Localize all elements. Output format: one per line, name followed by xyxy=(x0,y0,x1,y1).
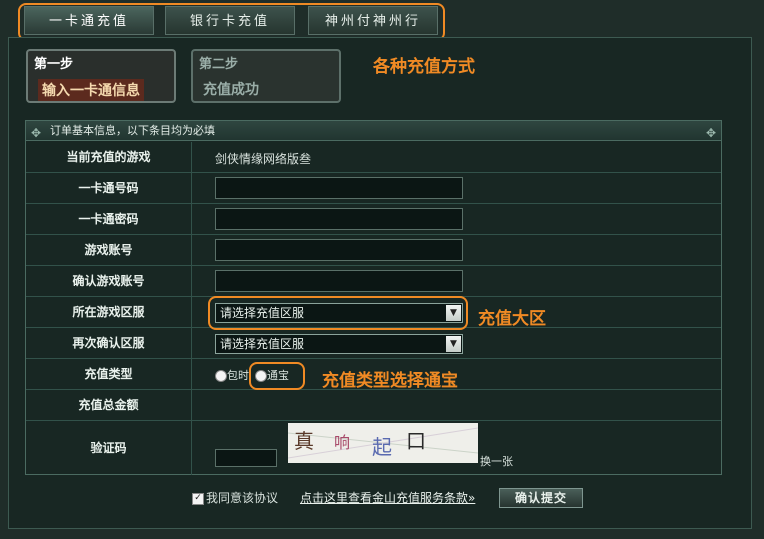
captcha-char-1: 真 xyxy=(294,429,314,453)
ornament-left-icon: ✥ xyxy=(31,126,42,140)
captcha-input[interactable] xyxy=(215,449,277,467)
row-total: 充值总金额 xyxy=(26,390,721,421)
step-1-head: 第一步 xyxy=(34,57,74,72)
ornament-right-icon: ✥ xyxy=(705,126,716,140)
type-option-time-label: 包时 xyxy=(227,369,249,382)
row-card-no: 一卡通号码 xyxy=(26,173,721,204)
annotation-methods: 各种充值方式 xyxy=(373,57,475,77)
label-type: 充值类型 xyxy=(26,359,192,389)
label-card-no: 一卡通号码 xyxy=(26,173,192,203)
card-number-input[interactable] xyxy=(215,177,463,199)
step-2-body: 充值成功 xyxy=(203,82,259,98)
terms-link[interactable]: 点击这里查看金山充值服务条款» xyxy=(300,489,475,506)
type-highlight-annotation xyxy=(249,362,305,390)
captcha-refresh-link[interactable]: 换一张 xyxy=(480,453,513,469)
label-account-confirm: 确认游戏账号 xyxy=(26,266,192,296)
label-total: 充值总金额 xyxy=(26,390,192,420)
label-region-confirm: 再次确认区服 xyxy=(26,328,192,358)
step-1: 第一步 输入一卡通信息 xyxy=(26,49,176,103)
region-confirm-select[interactable]: 请选择充值区服 ▼ xyxy=(215,334,463,354)
captcha-char-4: 口 xyxy=(406,429,426,453)
form-header-text: 订单基本信息，以下条目均为必填 xyxy=(50,124,215,137)
label-game: 当前充值的游戏 xyxy=(26,142,192,172)
row-account: 游戏账号 xyxy=(26,235,721,266)
row-account-confirm: 确认游戏账号 xyxy=(26,266,721,297)
chevron-down-icon[interactable]: ▼ xyxy=(446,336,461,352)
label-card-pwd: 一卡通密码 xyxy=(26,204,192,234)
agree-text: 我同意该协议 xyxy=(206,491,279,505)
step-2-head: 第二步 xyxy=(199,57,239,72)
captcha-char-3: 起 xyxy=(372,435,392,459)
account-confirm-input[interactable] xyxy=(215,270,463,292)
value-account-cell xyxy=(193,235,721,265)
form-header: ✥ 订单基本信息，以下条目均为必填 ✥ xyxy=(26,121,721,141)
region-confirm-select-value: 请选择充值区服 xyxy=(220,337,305,351)
radio-time[interactable] xyxy=(215,370,227,382)
account-input[interactable] xyxy=(215,239,463,261)
captcha-image[interactable]: 真 响 起 口 xyxy=(288,423,478,463)
step-2: 第二步 充值成功 xyxy=(191,49,341,103)
value-account-confirm-cell xyxy=(193,266,721,296)
label-region: 所在游戏区服 xyxy=(26,297,192,327)
row-captcha: 验证码 真 响 起 口 换一张 xyxy=(26,421,721,475)
row-card-pwd: 一卡通密码 xyxy=(26,204,721,235)
tabs-highlight-annotation xyxy=(18,3,445,41)
label-account: 游戏账号 xyxy=(26,235,192,265)
game-name: 剑侠情缘网络版叁 xyxy=(215,152,312,166)
value-region-confirm-cell: 请选择充值区服 ▼ xyxy=(193,328,721,358)
annotation-type: 充值类型选择通宝 xyxy=(322,371,458,391)
card-password-input[interactable] xyxy=(215,208,463,230)
annotation-region: 充值大区 xyxy=(478,309,546,329)
row-region-confirm: 再次确认区服 请选择充值区服 ▼ xyxy=(26,328,721,359)
region-highlight-annotation xyxy=(208,296,468,330)
value-game-cell: 剑侠情缘网络版叁 xyxy=(193,142,721,172)
row-game: 当前充值的游戏 剑侠情缘网络版叁 xyxy=(26,142,721,173)
value-card-no-cell xyxy=(193,173,721,203)
submit-button[interactable]: 确认提交 xyxy=(499,488,583,508)
value-total-cell xyxy=(193,390,721,420)
captcha-char-2: 响 xyxy=(334,433,351,452)
label-captcha: 验证码 xyxy=(26,421,192,475)
type-option-time[interactable]: 包时 xyxy=(215,367,249,383)
agree-checkbox-label[interactable]: ✓ 我同意该协议 xyxy=(192,489,278,506)
agree-checkbox[interactable]: ✓ xyxy=(192,492,204,505)
value-card-pwd-cell xyxy=(193,204,721,234)
value-captcha-cell: 真 响 起 口 换一张 xyxy=(193,421,721,475)
step-1-body: 输入一卡通信息 xyxy=(38,79,144,101)
